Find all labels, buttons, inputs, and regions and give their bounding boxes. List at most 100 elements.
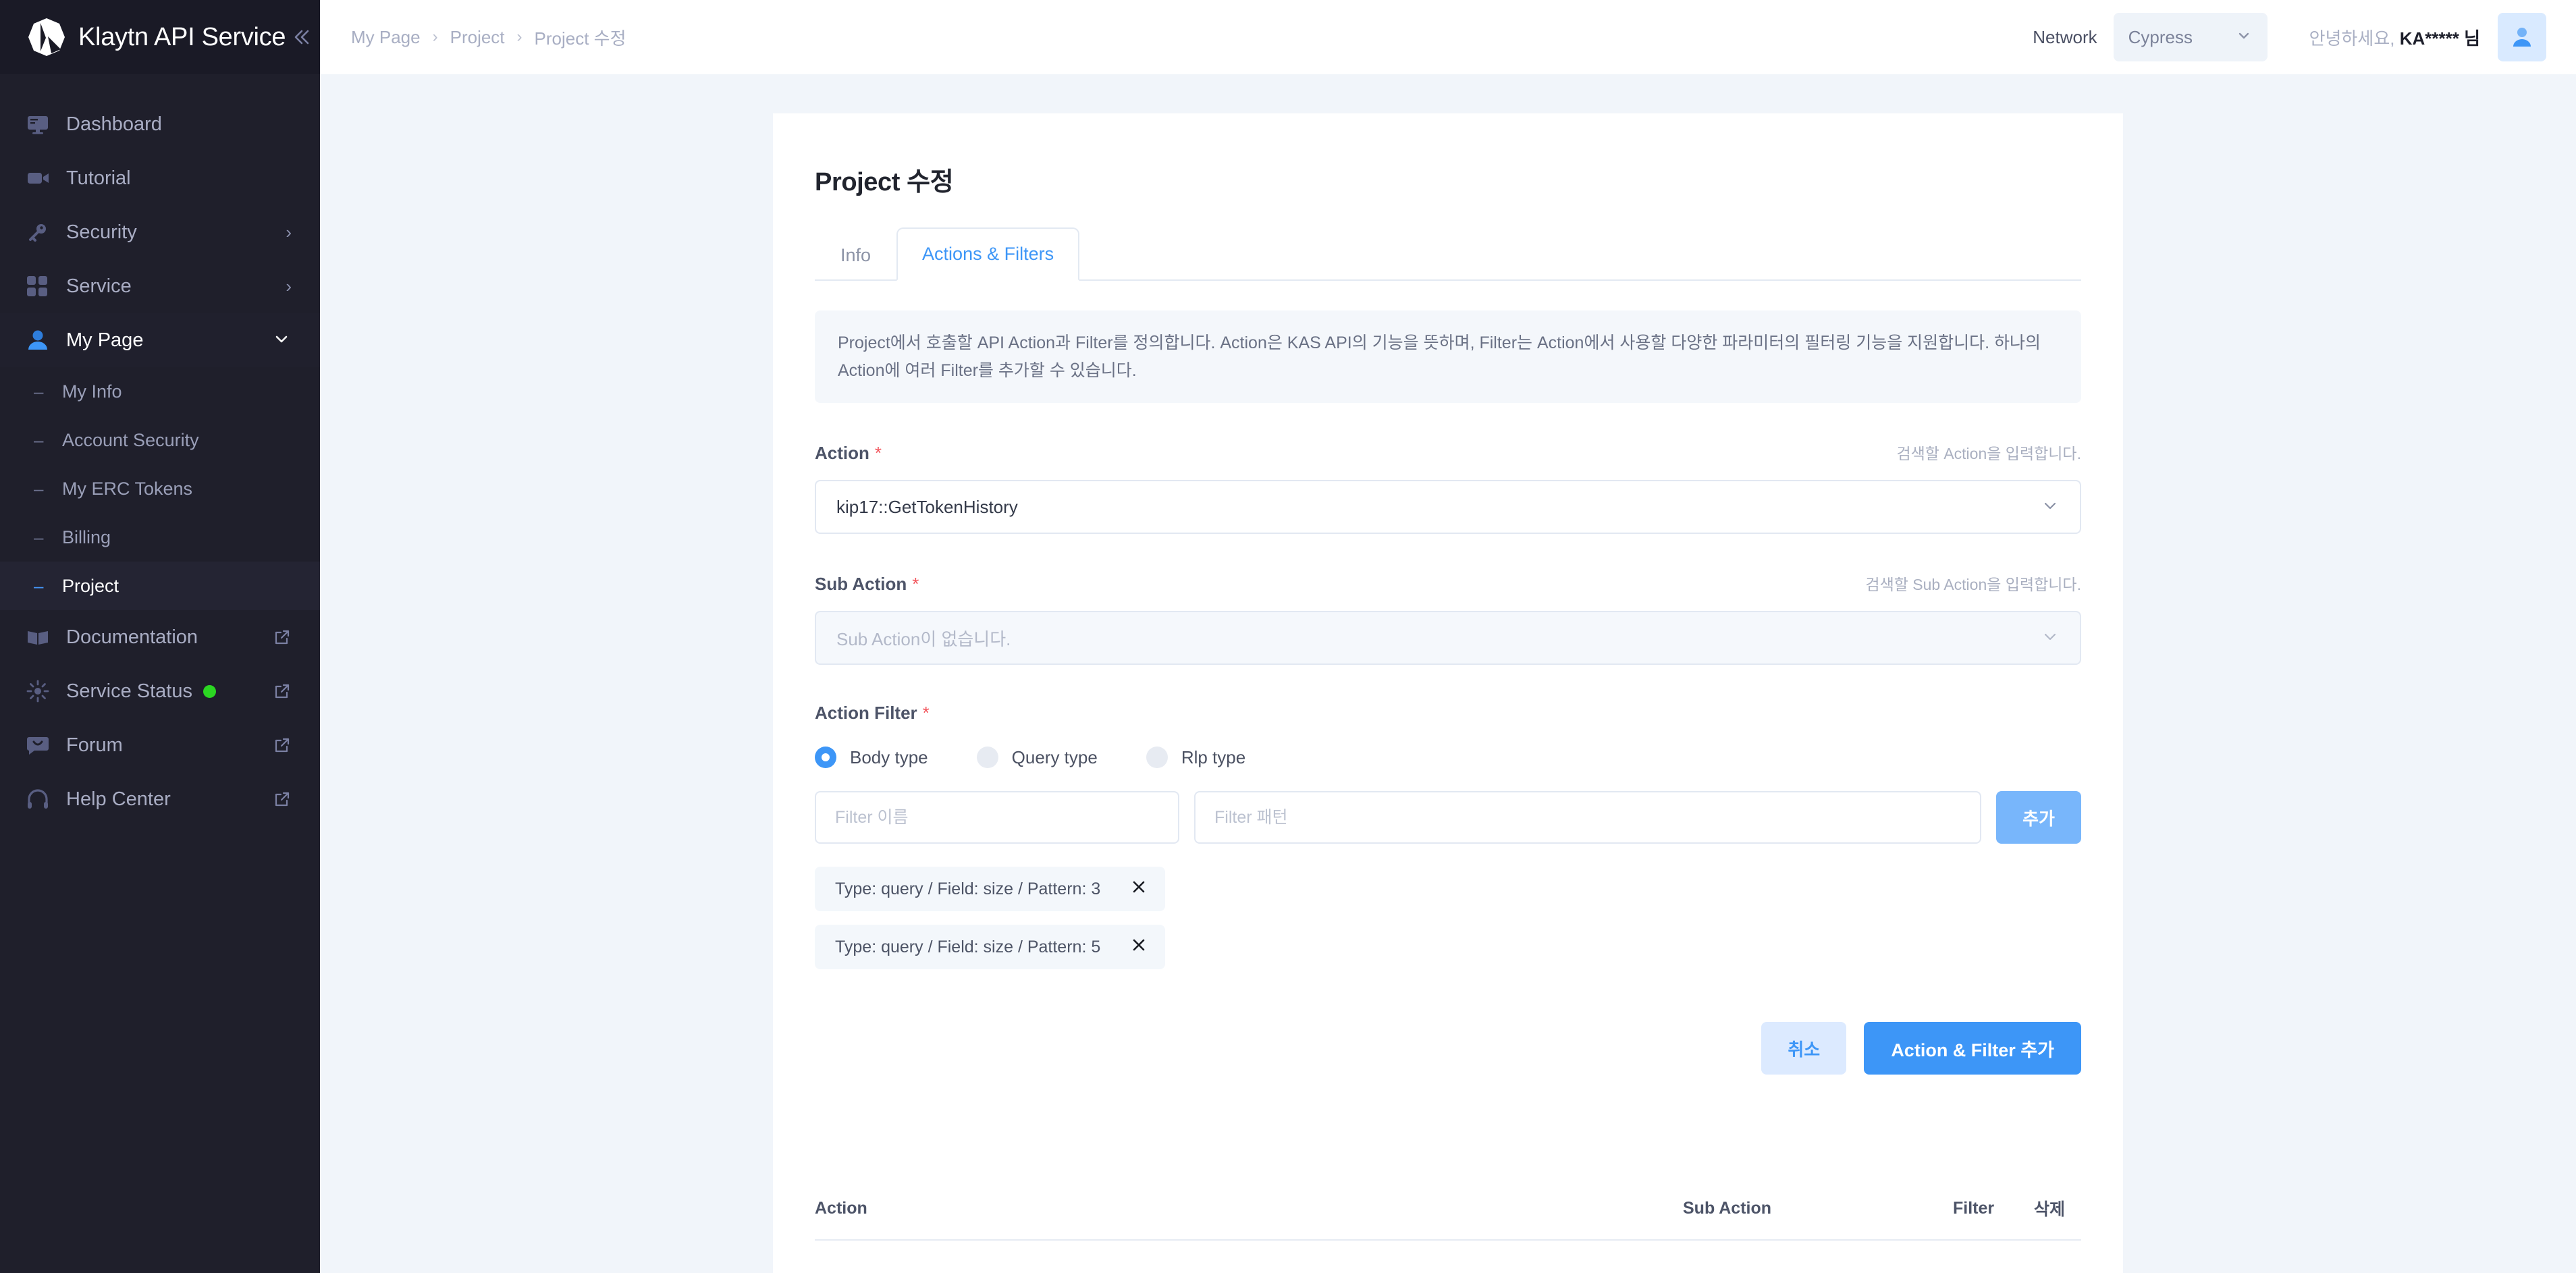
sidebar-item-tutorial[interactable]: Tutorial — [0, 151, 320, 205]
action-filter-block: Action Filter * Body type Query type Rlp… — [815, 703, 2081, 983]
radio-label: Query type — [1011, 747, 1098, 767]
filter-chip-label: Type: query / Field: size / Pattern: 3 — [835, 879, 1101, 898]
tab-bar: Info Actions & Filters — [815, 226, 2081, 281]
radio-option-rlp-type[interactable]: Rlp type — [1146, 747, 1245, 768]
actions-table: Action Sub Action Filter 삭제 — [815, 1196, 2081, 1241]
sidebar-item-label: Documentation — [66, 626, 198, 648]
chevron-down-icon — [2041, 627, 2060, 649]
key-icon — [26, 220, 57, 244]
chat-icon — [26, 733, 57, 757]
action-select[interactable]: kip17::GetTokenHistory — [815, 480, 2081, 534]
grid-icon — [26, 275, 57, 298]
sidebar-item-service[interactable]: Service › — [0, 259, 320, 313]
chevron-right-icon: › — [286, 222, 292, 242]
sidebar-item-dashboard[interactable]: Dashboard — [0, 97, 320, 151]
sidebar-item-label: Service Status — [66, 680, 192, 702]
column-header-action: Action — [815, 1198, 867, 1218]
sidebar-subitem-billing[interactable]: – Billing — [0, 513, 320, 562]
filter-name-input[interactable] — [815, 791, 1179, 844]
sub-action-field-block: Sub Action * 검색할 Sub Action을 입력합니다. Sub … — [815, 572, 2081, 665]
column-header-delete: 삭제 — [2034, 1200, 2066, 1219]
dash-icon: – — [34, 478, 44, 499]
dash-icon: – — [34, 429, 44, 450]
network-select[interactable]: Cypress — [2113, 13, 2268, 61]
sidebar-item-my-page[interactable]: My Page — [0, 313, 320, 367]
action-field-block: Action * 검색할 Action을 입력합니다. kip17::GetTo… — [815, 441, 2081, 534]
avatar[interactable] — [2498, 13, 2546, 61]
action-select-value: kip17::GetTokenHistory — [836, 496, 1018, 517]
sidebar-item-security[interactable]: Security › — [0, 205, 320, 259]
breadcrumb-item-my-page[interactable]: My Page — [351, 27, 421, 48]
klaytn-logo-icon — [26, 16, 68, 58]
my-page-submenu: – My Info – Account Security – My ERC To… — [0, 367, 320, 610]
network-label: Network — [2033, 26, 2097, 47]
radio-option-query-type[interactable]: Query type — [976, 747, 1098, 768]
action-filter-head: Action Filter * — [815, 703, 2081, 724]
close-icon[interactable] — [1130, 936, 1148, 958]
action-field-head: Action * 검색할 Action을 입력합니다. — [815, 441, 2081, 464]
dash-icon: – — [34, 381, 44, 402]
video-camera-icon — [26, 166, 57, 190]
sidebar-item-label: Forum — [66, 734, 123, 756]
book-icon — [26, 625, 57, 649]
user-greeting: 안녕하세요, KA***** 님 — [2309, 25, 2480, 50]
greeting-prefix: 안녕하세요, — [2309, 28, 2400, 49]
chevron-right-icon: › — [516, 28, 522, 46]
filter-type-radio-group: Body type Query type Rlp type — [815, 747, 2081, 768]
sidebar: Klaytn API Service Dashboard Tutorial Se… — [0, 0, 320, 1273]
cancel-button[interactable]: 취소 — [1761, 1022, 1847, 1075]
sidebar-item-service-status[interactable]: Service Status — [0, 664, 320, 718]
sidebar-subitem-my-erc-tokens[interactable]: – My ERC Tokens — [0, 464, 320, 513]
radio-indicator — [815, 747, 836, 768]
sidebar-item-label: Dashboard — [66, 113, 162, 135]
table-header-row: Action Sub Action Filter 삭제 — [815, 1196, 2081, 1241]
breadcrumb-item-current: Project 수정 — [534, 28, 626, 49]
external-link-icon — [273, 790, 292, 809]
radio-indicator — [976, 747, 998, 768]
filter-chip: Type: query / Field: size / Pattern: 3 — [815, 867, 1166, 911]
filter-pattern-input[interactable] — [1194, 791, 1981, 844]
form-action-buttons: 취소 Action & Filter 추가 — [815, 1022, 2081, 1075]
chevron-double-left-icon[interactable] — [286, 22, 315, 52]
content-area: Project 수정 Info Actions & Filters Projec… — [320, 74, 2576, 1273]
greeting-username: KA***** 님 — [2399, 28, 2480, 49]
column-header-sub-action: Sub Action — [1683, 1198, 1772, 1218]
required-asterisk: * — [922, 703, 930, 723]
radio-label: Body type — [850, 747, 928, 767]
radio-indicator — [1146, 747, 1168, 768]
add-action-filter-button[interactable]: Action & Filter 추가 — [1864, 1022, 2081, 1075]
close-icon[interactable] — [1130, 878, 1148, 900]
sub-action-label: Sub Action — [815, 574, 907, 594]
chevron-down-icon — [2235, 27, 2253, 47]
tab-actions-filters[interactable]: Actions & Filters — [896, 227, 1080, 281]
sidebar-subitem-label: Billing — [62, 526, 111, 547]
breadcrumb-item-project[interactable]: Project — [450, 27, 505, 48]
filter-chip-list: Type: query / Field: size / Pattern: 3 T… — [815, 867, 2081, 983]
sidebar-item-documentation[interactable]: Documentation — [0, 610, 320, 664]
add-filter-button[interactable]: 추가 — [1996, 791, 2081, 844]
external-link-icon — [273, 628, 292, 647]
sub-action-select-placeholder: Sub Action이 없습니다. — [836, 628, 1011, 649]
sub-action-field-head: Sub Action * 검색할 Sub Action을 입력합니다. — [815, 572, 2081, 595]
project-edit-card: Project 수정 Info Actions & Filters Projec… — [773, 113, 2123, 1273]
sidebar-subitem-project[interactable]: – Project — [0, 562, 320, 610]
sun-icon — [26, 679, 57, 703]
dash-icon: – — [34, 526, 44, 547]
sidebar-subitem-label: My ERC Tokens — [62, 478, 193, 499]
sidebar-item-help-center[interactable]: Help Center — [0, 772, 320, 826]
sidebar-item-label: Help Center — [66, 788, 171, 810]
action-label: Action — [815, 443, 869, 463]
sub-action-hint: 검색할 Sub Action을 입력합니다. — [1865, 576, 2081, 593]
main-area: My Page › Project › Project 수정 Network C… — [320, 0, 2576, 1273]
radio-option-body-type[interactable]: Body type — [815, 747, 928, 768]
sidebar-item-forum[interactable]: Forum — [0, 718, 320, 772]
sidebar-subitem-my-info[interactable]: – My Info — [0, 367, 320, 416]
column-header-filter: Filter — [1953, 1198, 1995, 1218]
tab-info[interactable]: Info — [815, 229, 896, 281]
chevron-right-icon: › — [432, 28, 438, 46]
sidebar-subitem-label: My Info — [62, 381, 122, 402]
sidebar-header: Klaytn API Service — [0, 0, 320, 74]
sidebar-subitem-account-security[interactable]: – Account Security — [0, 416, 320, 464]
chevron-down-icon — [2041, 496, 2060, 518]
filter-input-row: 추가 — [815, 791, 2081, 844]
